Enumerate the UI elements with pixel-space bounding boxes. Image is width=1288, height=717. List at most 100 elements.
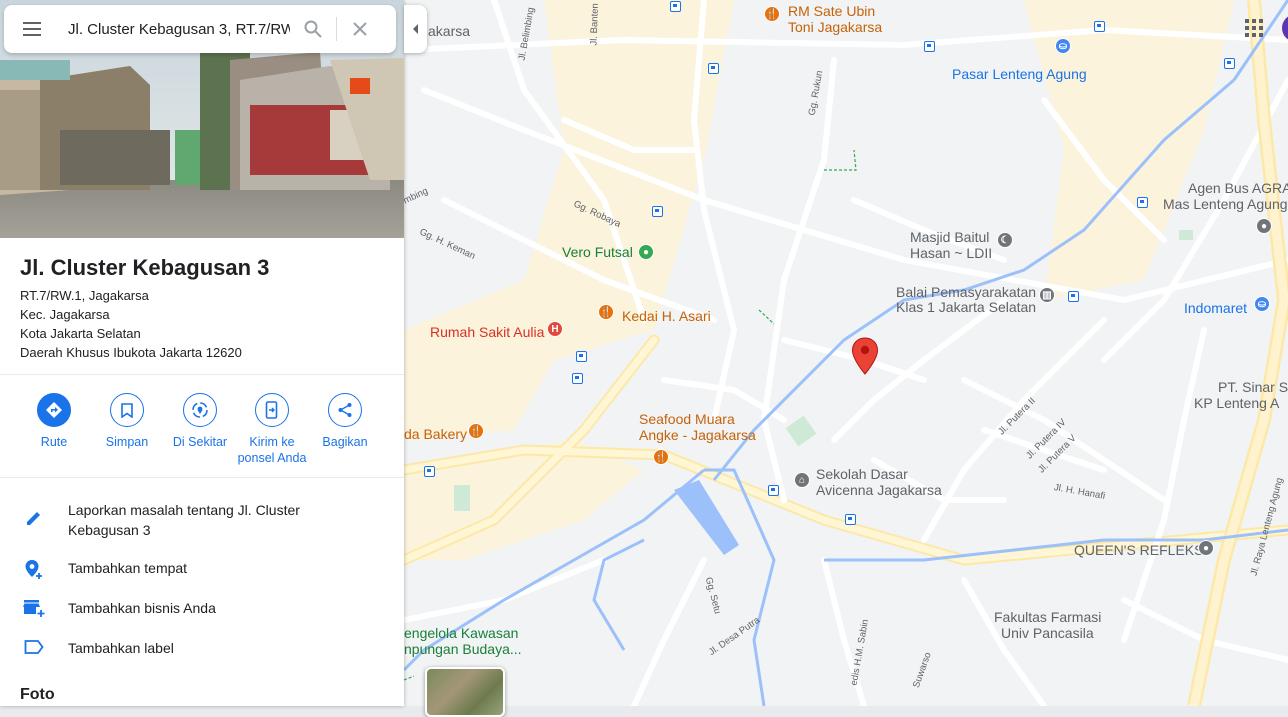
government-icon[interactable]: ▥ [1039, 287, 1055, 303]
poi-pengelola-line2[interactable]: npungan Budaya... [404, 641, 522, 657]
restaurant-icon[interactable]: 🍴 [468, 423, 484, 439]
clear-search-button[interactable] [337, 5, 383, 53]
address-line: Daerah Khusus Ibukota Jakarta 12620 [20, 345, 242, 360]
satellite-layer-toggle[interactable] [425, 667, 505, 717]
poi-agen-bus-line2[interactable]: Mas Lenteng Agung [1163, 196, 1288, 212]
address-line: Kec. Jagakarsa [20, 307, 110, 322]
bus-stop-icon[interactable] [924, 41, 935, 52]
nearby-icon [192, 402, 208, 418]
bus-stop-icon[interactable] [652, 206, 663, 217]
add-business-item[interactable]: Tambahkan bisnis Anda [0, 598, 404, 618]
poi-vero-futsal[interactable]: Vero Futsal [562, 244, 633, 260]
menu-button[interactable] [4, 5, 60, 53]
restaurant-icon[interactable]: 🍴 [764, 6, 780, 22]
bus-stop-icon[interactable] [708, 63, 719, 74]
poi-seafood-line1[interactable]: Seafood Muara [639, 411, 735, 427]
poi-indomaret[interactable]: Indomaret [1184, 300, 1247, 316]
street-label: Jl. Banten [588, 3, 601, 46]
bus-stop-icon[interactable] [576, 351, 587, 362]
mosque-icon[interactable]: ☾ [997, 232, 1013, 248]
sports-icon[interactable]: ● [638, 244, 654, 260]
report-problem-label: Laporkan masalah tentang Jl. Cluster Keb… [68, 502, 300, 538]
search-input[interactable] [60, 9, 290, 49]
location-pin-icon[interactable] [851, 337, 879, 375]
label-icon [24, 640, 44, 654]
poi-pt-sinar-line1[interactable]: PT. Sinar Se [1218, 379, 1288, 395]
restaurant-icon[interactable]: 🍴 [598, 304, 614, 320]
hospital-icon[interactable]: H [547, 321, 563, 337]
action-label: Kirim ke ponsel Anda [237, 435, 307, 465]
restaurant-icon[interactable]: 🍴 [653, 449, 669, 465]
poi-queens-refleksi[interactable]: QUEEN'S REFLEKSI [1074, 542, 1207, 558]
bus-stop-icon[interactable] [572, 373, 583, 384]
action-label: Rute [40, 435, 68, 449]
bus-agent-icon[interactable]: ● [1256, 218, 1272, 234]
poi-fakultas-line2[interactable]: Univ Pancasila [1001, 625, 1094, 641]
nearby-button[interactable]: Di Sekitar [163, 393, 237, 450]
poi-seafood-line2[interactable]: Angke - Jagakarsa [639, 427, 756, 443]
report-problem-item[interactable]: Laporkan masalah tentang Jl. Cluster Keb… [0, 500, 404, 540]
add-business-label: Tambahkan bisnis Anda [68, 600, 216, 616]
photos-section-heading: Foto [20, 686, 55, 703]
place-title: Jl. Cluster Kebagusan 3 [20, 255, 270, 280]
add-label-item[interactable]: Tambahkan label [0, 638, 404, 658]
send-to-phone-button[interactable]: Kirim ke ponsel Anda [235, 393, 309, 466]
hamburger-menu-icon [23, 22, 41, 36]
search-box [4, 5, 396, 53]
poi-bakery[interactable]: da Bakery [404, 426, 467, 442]
bus-stop-icon[interactable] [1224, 58, 1235, 69]
action-bar: Rute Simpan Di Sekitar Kirim ke ponsel A… [0, 374, 404, 478]
bus-stop-icon[interactable] [845, 514, 856, 525]
poi-rm-sate-line2[interactable]: Toni Jagakarsa [788, 19, 882, 35]
chevron-left-icon [412, 24, 418, 34]
address-line: RT.7/RW.1, Jagakarsa [20, 288, 149, 303]
shopping-icon[interactable]: ⛀ [1055, 38, 1071, 54]
collapse-panel-button[interactable] [404, 5, 427, 53]
bus-stop-icon[interactable] [424, 466, 435, 477]
poi-pasar[interactable]: Pasar Lenteng Agung [952, 66, 1087, 82]
poi-sekolah-line1[interactable]: Sekolah Dasar [816, 466, 908, 482]
bus-stop-icon[interactable] [1068, 291, 1079, 302]
poi-masjid-line2[interactable]: Hasan ~ LDII [910, 245, 992, 261]
place-header: Jl. Cluster Kebagusan 3 RT.7/RW.1, Jagak… [20, 254, 269, 362]
add-label-label: Tambahkan label [68, 640, 174, 656]
search-icon [304, 20, 322, 38]
action-label: Bagikan [322, 435, 368, 449]
poi-agen-bus-line1[interactable]: Agen Bus AGRA [1188, 180, 1288, 196]
poi-rm-sate-line1[interactable]: RM Sate Ubin [788, 3, 875, 19]
map-canvas[interactable]: 🍴 RM Sate Ubin Toni Jagakarsa ⛀ Pasar Le… [404, 0, 1288, 706]
poi-balai-line1[interactable]: Balai Pemasyarakatan [896, 284, 1036, 300]
apps-grid-icon[interactable] [1244, 18, 1264, 38]
store-icon[interactable]: ⛀ [1254, 296, 1270, 312]
poi-sekolah-line2[interactable]: Avicenna Jagakarsa [816, 482, 942, 498]
action-label: Simpan [105, 435, 149, 449]
bus-stop-icon[interactable] [1094, 21, 1105, 32]
bus-stop-icon[interactable] [1137, 197, 1148, 208]
place-address: RT.7/RW.1, Jagakarsa Kec. Jagakarsa Kota… [20, 286, 269, 362]
poi-fakultas-line1[interactable]: Fakultas Farmasi [994, 609, 1101, 625]
poi-balai-line2[interactable]: Klas 1 Jakarta Selatan [896, 299, 1036, 315]
close-icon [353, 22, 367, 36]
poi-kedai[interactable]: Kedai H. Asari [622, 308, 711, 324]
poi-masjid-line1[interactable]: Masjid Baitul [910, 229, 989, 245]
share-button[interactable]: Bagikan [308, 393, 382, 450]
address-line: Kota Jakarta Selatan [20, 326, 141, 341]
add-business-icon [23, 600, 45, 617]
save-button[interactable]: Simpan [90, 393, 164, 450]
poi-pt-sinar-line2[interactable]: KP Lenteng A [1194, 395, 1279, 411]
search-button[interactable] [290, 5, 336, 53]
poi-rumah-sakit[interactable]: Rumah Sakit Aulia [430, 324, 544, 340]
bus-stop-icon[interactable] [768, 485, 779, 496]
bus-stop-icon[interactable] [670, 1, 681, 12]
action-label: Di Sekitar [172, 435, 228, 449]
school-icon[interactable]: ⌂ [794, 472, 810, 488]
poi-pengelola-line1[interactable]: engelola Kawasan [404, 625, 518, 641]
directions-button[interactable]: Rute [17, 393, 91, 450]
pencil-icon [27, 512, 40, 525]
add-place-item[interactable]: Tambahkan tempat [0, 558, 404, 579]
poi-jakarsa[interactable]: akarsa [428, 23, 470, 39]
send-to-phone-icon [265, 401, 278, 419]
share-icon [338, 403, 352, 417]
spa-icon[interactable]: ● [1198, 540, 1214, 556]
place-panel: Jl. Cluster Kebagusan 3 RT.7/RW.1, Jagak… [0, 0, 404, 706]
